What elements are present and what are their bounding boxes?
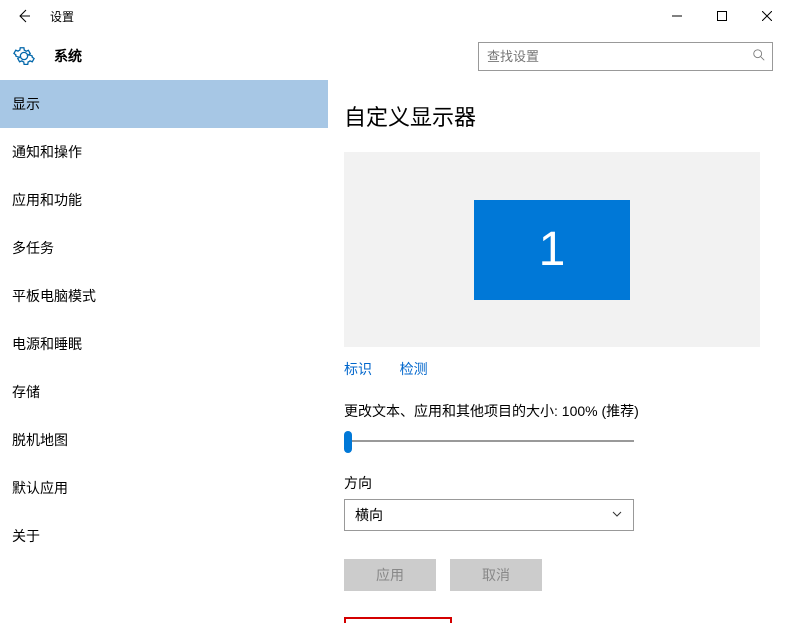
slider-thumb[interactable] <box>344 431 352 453</box>
body: 显示 通知和操作 应用和功能 多任务 平板电脑模式 电源和睡眠 存储 脱机地图 … <box>0 80 789 623</box>
header: 系统 <box>0 32 789 80</box>
nav-label: 多任务 <box>12 238 54 258</box>
window-title: 设置 <box>40 8 74 25</box>
chevron-down-icon <box>611 507 623 523</box>
nav-label: 通知和操作 <box>12 142 82 162</box>
minimize-button[interactable] <box>654 0 699 32</box>
orientation-value: 横向 <box>355 505 383 525</box>
slider-track-line <box>348 440 634 442</box>
nav-item-apps[interactable]: 应用和功能 <box>0 176 328 224</box>
nav-item-tablet[interactable]: 平板电脑模式 <box>0 272 328 320</box>
nav-label: 默认应用 <box>12 478 68 498</box>
close-icon <box>762 11 772 21</box>
window-controls <box>654 0 789 32</box>
page-heading: 自定义显示器 <box>344 100 761 132</box>
monitor-number: 1 <box>539 222 566 277</box>
nav-label: 脱机地图 <box>12 430 68 450</box>
search-box[interactable] <box>478 42 773 71</box>
category-title: 系统 <box>54 46 82 66</box>
scale-label: 更改文本、应用和其他项目的大小: 100% (推荐) <box>344 401 761 421</box>
monitor-preview[interactable]: 1 <box>344 152 760 347</box>
back-button[interactable] <box>8 0 40 32</box>
cancel-button[interactable]: 取消 <box>450 559 542 591</box>
nav-item-default-apps[interactable]: 默认应用 <box>0 464 328 512</box>
apply-button[interactable]: 应用 <box>344 559 436 591</box>
maximize-icon <box>717 11 727 21</box>
content-pane: 自定义显示器 1 标识 检测 更改文本、应用和其他项目的大小: 100% (推荐… <box>328 80 789 623</box>
nav-item-offline-maps[interactable]: 脱机地图 <box>0 416 328 464</box>
button-row: 应用 取消 <box>344 559 761 591</box>
search-input[interactable] <box>487 49 752 64</box>
nav-label: 存储 <box>12 382 40 402</box>
orientation-dropdown[interactable]: 横向 <box>344 499 634 531</box>
nav-label: 应用和功能 <box>12 190 82 210</box>
nav-label: 显示 <box>12 94 40 114</box>
detect-link[interactable]: 检测 <box>400 361 428 377</box>
orientation-label: 方向 <box>344 473 761 493</box>
close-button[interactable] <box>744 0 789 32</box>
identify-link[interactable]: 标识 <box>344 361 372 377</box>
nav-item-about[interactable]: 关于 <box>0 512 328 560</box>
nav-item-power[interactable]: 电源和睡眠 <box>0 320 328 368</box>
arrow-left-icon <box>16 8 32 24</box>
sidebar: 显示 通知和操作 应用和功能 多任务 平板电脑模式 电源和睡眠 存储 脱机地图 … <box>0 80 328 623</box>
nav-label: 关于 <box>12 526 40 546</box>
nav-item-multitask[interactable]: 多任务 <box>0 224 328 272</box>
monitor-1[interactable]: 1 <box>474 200 630 300</box>
scale-slider[interactable] <box>344 429 634 453</box>
link-row: 标识 检测 <box>344 359 761 379</box>
nav-item-notifications[interactable]: 通知和操作 <box>0 128 328 176</box>
gear-icon <box>12 44 36 68</box>
nav-label: 平板电脑模式 <box>12 286 96 306</box>
search-icon <box>752 48 766 65</box>
nav-item-storage[interactable]: 存储 <box>0 368 328 416</box>
nav-label: 电源和睡眠 <box>12 334 82 354</box>
advanced-link-highlight: 高级显示设置 <box>344 617 452 623</box>
nav-item-display[interactable]: 显示 <box>0 80 328 128</box>
titlebar: 设置 <box>0 0 789 32</box>
maximize-button[interactable] <box>699 0 744 32</box>
minimize-icon <box>672 11 682 21</box>
